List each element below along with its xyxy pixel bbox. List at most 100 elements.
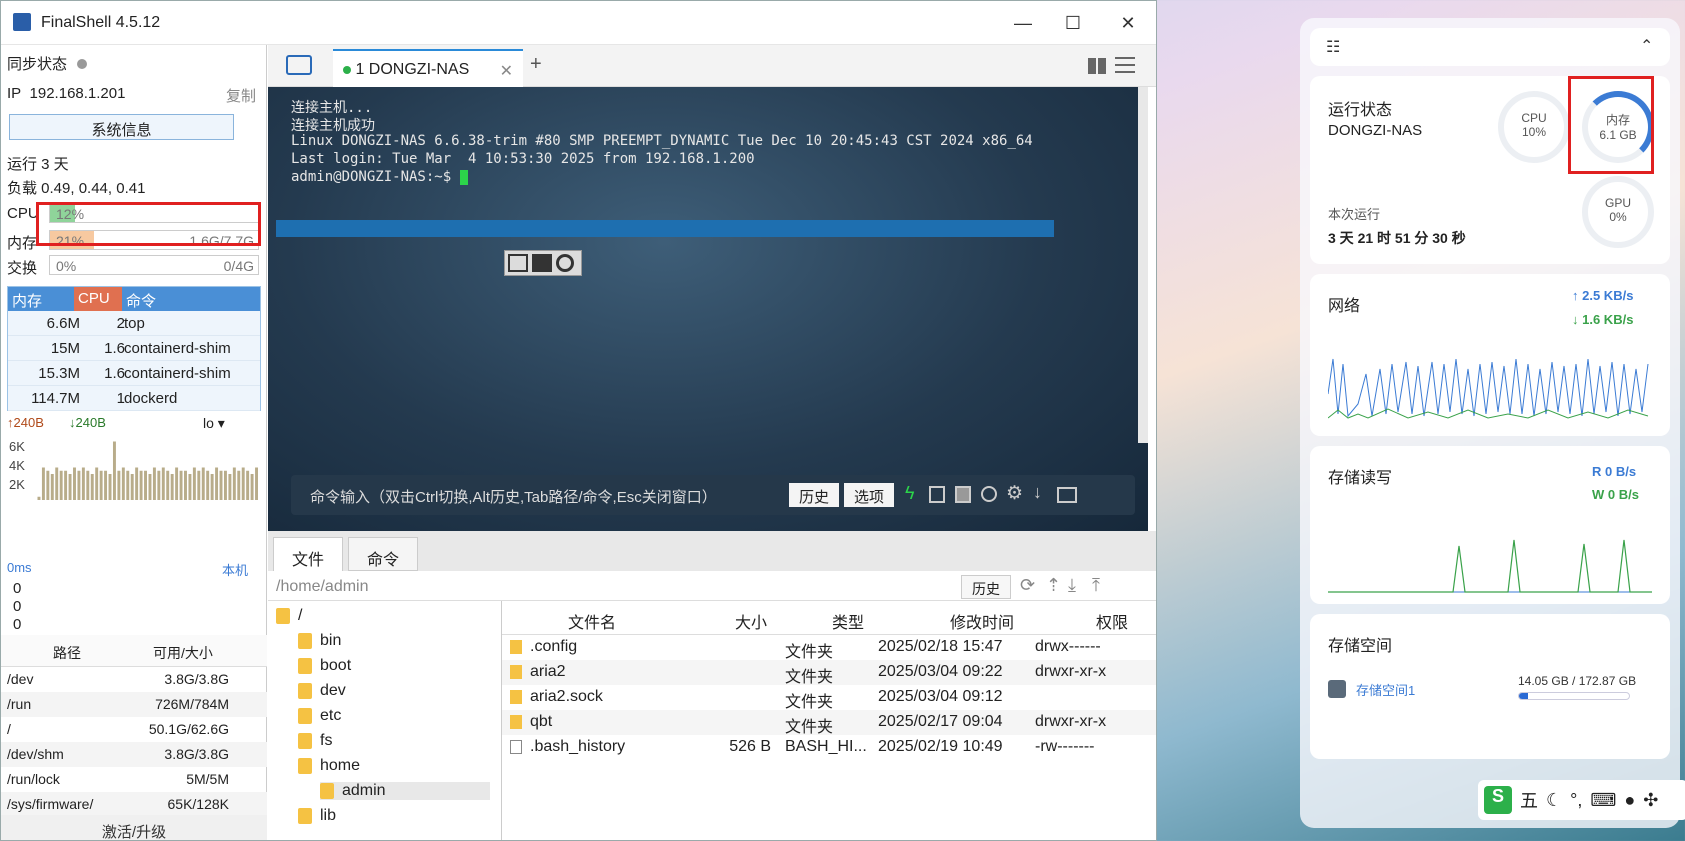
cpu-gauge: CPU 10%: [1498, 91, 1570, 163]
tab-commands[interactable]: 命令: [348, 537, 418, 571]
keyboard-icon[interactable]: ⌨: [1590, 790, 1616, 811]
col-cpu[interactable]: CPU: [74, 287, 122, 311]
download-icon[interactable]: ⤓: [1068, 575, 1076, 596]
ime-toolbar: S 五 ☾ °, ⌨ ● ✣: [1478, 780, 1685, 820]
tree-node[interactable]: lib: [298, 807, 336, 825]
disk-row[interactable]: /sys/firmware/65K/128K: [1, 792, 267, 817]
ime-logo-icon[interactable]: S: [1484, 786, 1512, 814]
arrow-down-icon[interactable]: ↓: [1033, 482, 1042, 503]
disk-row[interactable]: /dev/shm 3.8G/3.8G: [1, 742, 267, 767]
disk-path: /dev/shm: [7, 746, 64, 762]
tree-node[interactable]: home: [298, 757, 360, 775]
user-icon[interactable]: ●: [1624, 790, 1635, 811]
net-bar: [201, 467, 205, 500]
file-row[interactable]: qbt 文件夹 2025/02/17 09:04 drwxr-xr-x: [502, 710, 1156, 736]
status-card: 运行状态 DONGZI-NAS CPU 10% 内存 6.1 GB GPU 0% 本次…: [1310, 76, 1670, 264]
ping-host[interactable]: 本机: [222, 560, 248, 579]
options-button[interactable]: 选项: [844, 483, 894, 507]
col-cmd[interactable]: 命令: [126, 290, 156, 311]
path-history-button[interactable]: 历史: [961, 575, 1011, 599]
ime-mode[interactable]: 五: [1520, 787, 1538, 813]
layout-grid-icon[interactable]: [1088, 58, 1106, 74]
tab-dongzi-nas[interactable]: 1 DONGZI-NAS ✕: [333, 49, 523, 87]
status-host: DONGZI-NAS: [1328, 122, 1423, 139]
disk-row[interactable]: /dev 3.8G/3.8G: [1, 667, 267, 692]
copy-icon[interactable]: [508, 254, 528, 272]
col-type[interactable]: 类型: [832, 609, 864, 633]
file-row[interactable]: .bash_history 526 B BASH_HI... 2025/02/19 1…: [502, 735, 1156, 760]
process-row[interactable]: 15.3M 1.6 containerd-shim: [8, 361, 260, 386]
search-icon[interactable]: [981, 486, 997, 502]
col-perm[interactable]: 权限: [1096, 609, 1128, 633]
file-row[interactable]: aria2 文件夹 2025/03/04 09:22 drwxr-xr-x: [502, 660, 1156, 686]
tab-files[interactable]: 文件: [273, 537, 343, 571]
moon-icon[interactable]: ☾: [1546, 790, 1562, 811]
open-folder-icon[interactable]: [286, 55, 312, 75]
copy-icon[interactable]: [929, 486, 945, 503]
net-down-rate: ↓ 1.6 KB/s: [1572, 312, 1634, 327]
terminal[interactable]: 连接主机... 连接主机成功 Linux DONGZI-NAS 6.6.38-t…: [268, 87, 1148, 531]
col-mem[interactable]: 内存: [12, 290, 42, 311]
net-bar: [73, 467, 76, 500]
session-tab-bar: 1 DONGZI-NAS ✕ +: [268, 45, 1156, 87]
menu-icon[interactable]: [1115, 57, 1135, 73]
apps-icon[interactable]: ✣: [1643, 790, 1658, 811]
refresh-icon[interactable]: ⟳: [1020, 575, 1035, 596]
disk-size: 3.8G/3.8G: [164, 746, 229, 762]
tab-close-icon[interactable]: ✕: [500, 61, 513, 81]
file-row[interactable]: .config 文件夹 2025/02/18 15:47 drwx------: [502, 635, 1156, 661]
maximize-button[interactable]: ☐: [1061, 11, 1085, 35]
paste-icon[interactable]: [955, 486, 971, 503]
tree-node[interactable]: etc: [298, 707, 341, 725]
minimize-button[interactable]: —: [1011, 11, 1035, 35]
path-input[interactable]: /home/admin: [276, 578, 369, 596]
paste-icon[interactable]: [532, 254, 552, 272]
search-icon[interactable]: [556, 254, 574, 272]
net-bar: [50, 474, 54, 500]
add-tab-button[interactable]: +: [530, 53, 542, 76]
copy-ip-link[interactable]: 复制: [226, 85, 256, 106]
finalshell-window: FinalShell 4.5.12 — ☐ ✕ 同步状态 IP 192.168.…: [0, 0, 1157, 841]
tree-node[interactable]: boot: [298, 657, 351, 675]
settings-icon[interactable]: ☷: [1326, 37, 1340, 57]
col-path[interactable]: 路径: [53, 643, 81, 663]
tree-node[interactable]: fs: [298, 732, 332, 750]
process-cmd: top: [124, 315, 145, 332]
close-button[interactable]: ✕: [1116, 11, 1140, 35]
gear-icon[interactable]: ⚙: [1006, 482, 1023, 505]
disk-row[interactable]: /run/lock 5M/5M: [1, 767, 267, 792]
net-axis: 6K 4K 2K: [9, 439, 25, 492]
col-mtime[interactable]: 修改时间: [950, 609, 1014, 633]
disk-row[interactable]: / 50.1G/62.6G: [1, 717, 267, 742]
collapse-icon[interactable]: ⌃: [1640, 36, 1653, 56]
tree-node[interactable]: bin: [298, 632, 341, 650]
col-filename[interactable]: 文件名: [568, 609, 616, 633]
window-icon[interactable]: [1057, 487, 1077, 503]
process-row[interactable]: 114.7M 1 dockerd: [8, 386, 260, 411]
file-name: aria2.sock: [530, 688, 603, 705]
col-avail[interactable]: 可用/大小: [153, 643, 213, 663]
file-list: 文件名 大小 类型 修改时间 权限 .config 文件夹 2025/02/18 1…: [501, 601, 1156, 840]
net-interface-select[interactable]: lo ▾: [203, 415, 225, 432]
file-row[interactable]: aria2.sock 文件夹 2025/03/04 09:12: [502, 685, 1156, 711]
up-dir-icon[interactable]: ⇡: [1046, 575, 1061, 596]
history-button[interactable]: 历史: [789, 483, 839, 507]
disk-row[interactable]: /run 726M/784M: [1, 692, 267, 717]
tree-node[interactable]: /: [276, 607, 302, 625]
sysinfo-button[interactable]: 系统信息: [9, 114, 234, 140]
command-input-bar[interactable]: 命令输入（双击Ctrl切换,Alt历史,Tab路径/命令,Esc关闭窗口） 历史…: [291, 475, 1135, 515]
terminal-scrollbar[interactable]: [1138, 87, 1148, 443]
process-row[interactable]: 6.6M 2 top: [8, 311, 260, 336]
process-row[interactable]: 15M 1.6 containerd-shim: [8, 336, 260, 361]
tree-node[interactable]: admin: [320, 782, 490, 800]
storage-name[interactable]: 存储空间1: [1356, 680, 1415, 699]
col-size[interactable]: 大小: [735, 609, 767, 633]
file-icon: [510, 740, 522, 754]
command-input-hint[interactable]: 命令输入（双击Ctrl切换,Alt历史,Tab路径/命令,Esc关闭窗口）: [310, 486, 717, 507]
ime-punct[interactable]: °,: [1570, 790, 1582, 811]
lightning-icon[interactable]: ϟ: [905, 483, 915, 504]
tree-node[interactable]: dev: [298, 682, 346, 700]
upload-icon[interactable]: ⤒: [1092, 575, 1100, 596]
network-graph: ↑240B ↓240B lo ▾ 6K 4K 2K: [7, 415, 261, 555]
activate-upgrade-button[interactable]: 激活/升级: [1, 815, 267, 840]
